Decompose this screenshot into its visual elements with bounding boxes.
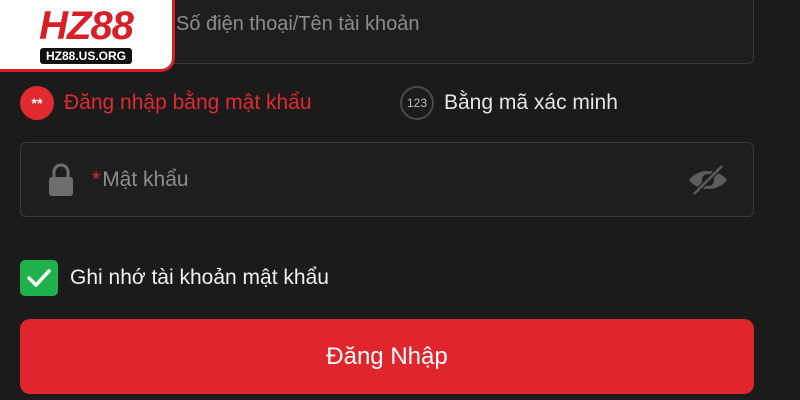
login-form: HZ88 HZ88.US.ORG Số điện thoại/Tên tài k… [0,0,800,400]
login-mode-code[interactable]: 123 Bằng mã xác minh [400,86,618,120]
logo-domain: HZ88.US.ORG [39,47,132,64]
eye-off-icon[interactable] [686,163,730,202]
password-mode-icon: ** [20,86,54,120]
code-mode-label: Bằng mã xác minh [444,91,618,114]
remember-me[interactable]: Ghi nhớ tài khoản mật khẩu [20,260,329,296]
login-mode-password[interactable]: ** Đăng nhập bằng mật khẩu [20,86,312,120]
login-button[interactable]: Đăng Nhập [20,319,754,394]
username-placeholder: Số điện thoại/Tên tài khoản [176,13,420,35]
password-placeholder: *Mật khẩu [92,168,189,192]
password-placeholder-text: Mật khẩu [102,168,189,191]
remember-label: Ghi nhớ tài khoản mật khẩu [70,266,329,289]
lock-icon [46,163,76,202]
brand-logo: HZ88 HZ88.US.ORG [0,0,175,72]
logo-mark: HZ88 [39,3,134,48]
checkmark-icon [27,269,51,287]
password-mode-label: Đăng nhập bằng mật khẩu [64,91,312,114]
remember-checkbox[interactable] [20,260,58,296]
required-mark: * [92,168,101,191]
code-mode-icon: 123 [400,86,434,120]
